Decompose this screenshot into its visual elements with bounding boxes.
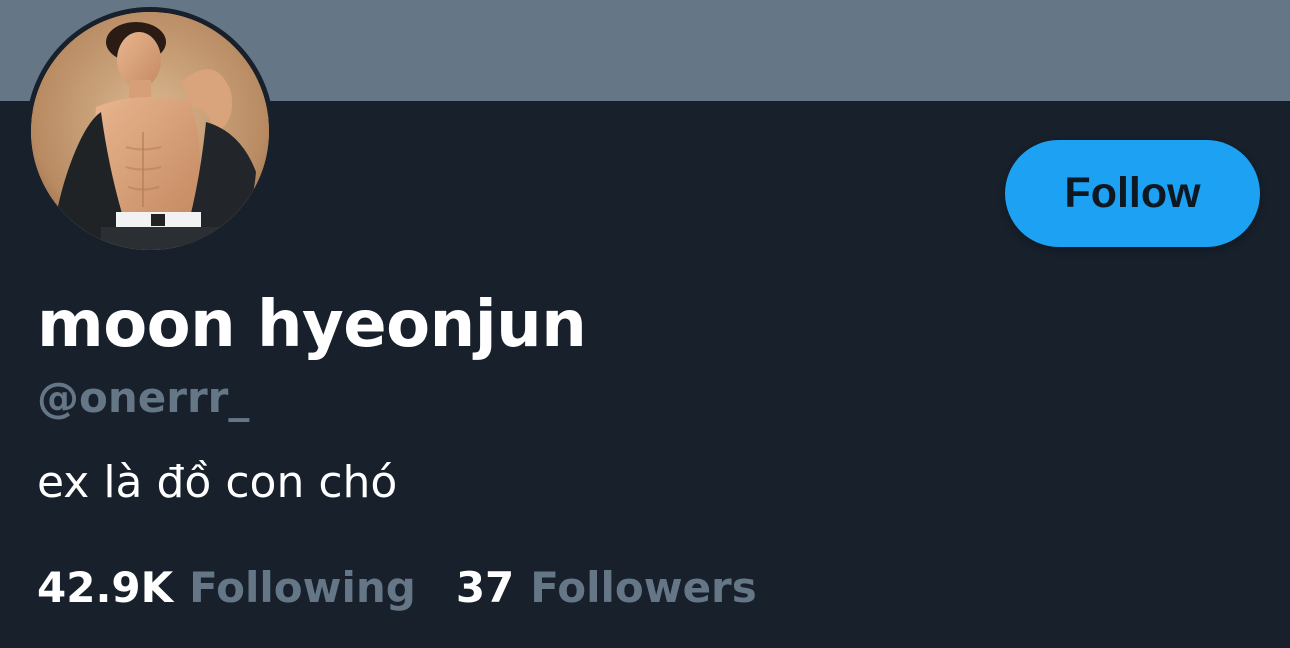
following-count: 42.9K	[37, 563, 174, 612]
user-handle: @onerrr_	[37, 373, 250, 422]
following-label: Following	[189, 563, 416, 612]
avatar-photo	[31, 12, 269, 250]
profile-header: Follow moon hyeonjun @onerrr_ ex là đồ c…	[0, 0, 1290, 648]
profile-bio: ex là đồ con chó	[37, 457, 398, 508]
display-name: moon hyeonjun	[37, 288, 587, 362]
follow-stats: 42.9K Following 37 Followers	[37, 562, 757, 614]
followers-label: Followers	[530, 563, 757, 612]
follow-button[interactable]: Follow	[1005, 140, 1260, 247]
following-link[interactable]: 42.9K Following	[37, 562, 416, 614]
avatar[interactable]	[31, 12, 269, 250]
followers-link[interactable]: 37 Followers	[456, 562, 757, 614]
followers-count: 37	[455, 563, 515, 612]
